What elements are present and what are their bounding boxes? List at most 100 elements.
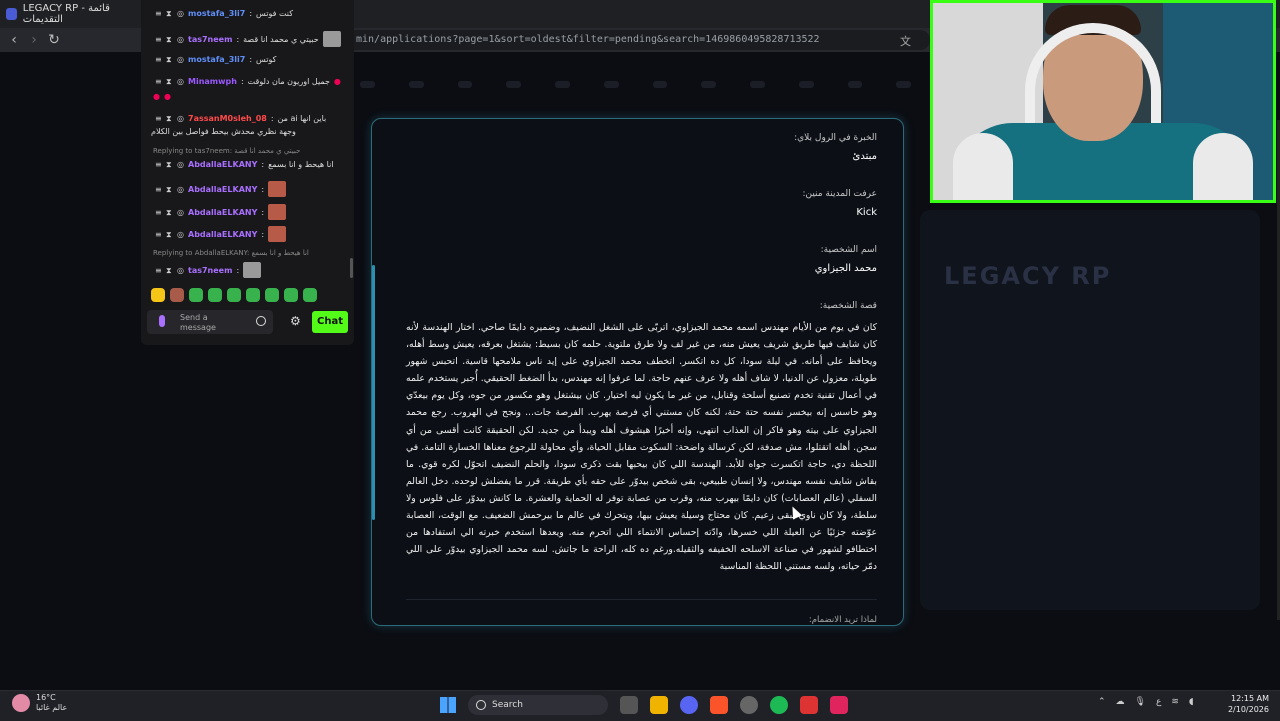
menu-icon[interactable]: ≡	[155, 266, 162, 274]
cat-emote-icon	[243, 262, 262, 278]
brave-icon[interactable]	[710, 696, 728, 714]
translate-icon[interactable]: 文	[900, 33, 911, 49]
chat-username[interactable]: mostafa_3li7	[188, 9, 245, 18]
menu-icon[interactable]: ≡	[155, 56, 162, 64]
language-indicator[interactable]: ع	[1156, 697, 1161, 707]
weather-text: 16°C عالم غائبا	[36, 693, 67, 713]
clock-time: 12:15 AM	[1231, 694, 1269, 703]
source-label: عرفت المدينة منين:	[802, 189, 877, 199]
menu-icon[interactable]: ≡	[155, 35, 162, 43]
join-reason-label: لماذا تريد الانضمام:	[808, 615, 877, 625]
chat-username[interactable]: tas7neem	[188, 35, 232, 44]
experience-label: الخبرة في الرول بلاي:	[794, 133, 877, 143]
gear-icon[interactable]: ⚙	[290, 314, 301, 328]
chat-scrollbar[interactable]	[350, 258, 353, 278]
taskbar-search-label: Search	[492, 700, 523, 710]
task-view-icon[interactable]	[620, 696, 638, 714]
emote-icon[interactable]	[284, 288, 298, 302]
emote-icon[interactable]	[151, 288, 165, 302]
github-icon[interactable]	[740, 696, 758, 714]
chat-username[interactable]: AbdallaELKANY	[188, 208, 257, 217]
chevron-up-icon[interactable]: ⌃	[1098, 697, 1106, 707]
mic-tray-icon[interactable]: 🎙	[1135, 697, 1146, 707]
chat-text: انا هيحط و انا بسمع	[268, 160, 334, 169]
file-explorer-icon[interactable]	[650, 696, 668, 714]
tab-title: LEGACY RP - قائمة التقديمات	[22, 3, 110, 25]
address-bar[interactable]: min/applications?page=1&sort=oldest&filt…	[340, 30, 930, 50]
windows-start-icon[interactable]	[440, 697, 456, 713]
chat-username[interactable]: 7assanM0sleh_08	[188, 114, 267, 123]
character-name-field: اسم الشخصية: محمد الجيزاوي	[815, 245, 877, 274]
network-icon[interactable]: ☁	[1116, 697, 1125, 707]
menu-icon[interactable]: ≡	[155, 161, 162, 169]
story-label: قصة الشخصية:	[819, 301, 877, 311]
hourglass-icon: ⧗	[166, 55, 172, 64]
chat-send-button[interactable]: Chat	[312, 311, 348, 333]
emote-icon[interactable]	[265, 288, 279, 302]
webcam-overlay	[930, 0, 1276, 203]
app-icon[interactable]	[800, 696, 818, 714]
emote-icon	[268, 226, 287, 242]
panel-scrollbar[interactable]	[372, 265, 375, 520]
chat-message: ≡ ⧗ ◎ 7assanM0sleh_08: من ai باين انها	[155, 114, 327, 123]
taskbar-clock[interactable]: 12:15 AM 2/10/2026	[1224, 693, 1269, 715]
shield-icon: ◎	[177, 114, 184, 123]
emote-icon[interactable]	[170, 288, 184, 302]
volume-icon[interactable]: ◖	[1189, 697, 1194, 707]
mic-icon[interactable]	[159, 315, 165, 327]
taskbar-search[interactable]: Search	[468, 695, 608, 715]
chat-message: ≡ ⧗ ◎ mostafa_3li7: كنت فوتس	[155, 9, 294, 18]
spotify-icon[interactable]	[770, 696, 788, 714]
menu-icon[interactable]: ≡	[155, 230, 162, 238]
source-value: Kick	[856, 207, 877, 218]
chat-message: ≡ ⧗ ◎ AbdallaELKANY:	[155, 226, 287, 242]
menu-icon[interactable]: ≡	[155, 78, 162, 86]
weather-temp: 16°C	[36, 693, 56, 702]
chat-username[interactable]: AbdallaELKANY	[188, 230, 257, 239]
emote-icon[interactable]	[189, 288, 203, 302]
menu-icon[interactable]: ≡	[155, 208, 162, 216]
character-name-value: محمد الجيزاوي	[814, 263, 877, 274]
chat-username[interactable]: AbdallaELKANY	[188, 160, 257, 169]
emote-icon[interactable]	[227, 288, 241, 302]
browser-tab[interactable]: LEGACY RP - قائمة التقديمات	[6, 3, 140, 25]
streamer-shoulder	[1193, 133, 1253, 200]
shield-icon: ◎	[177, 229, 184, 239]
clock-date: 2/10/2026	[1227, 705, 1269, 714]
back-icon[interactable]: ‹	[6, 32, 22, 48]
emote-icon[interactable]	[246, 288, 260, 302]
taskbar-apps: Search	[440, 695, 848, 715]
discord-icon[interactable]	[680, 696, 698, 714]
reload-icon[interactable]: ↻	[46, 32, 62, 48]
menu-icon[interactable]: ≡	[155, 185, 162, 193]
weather-icon	[12, 694, 30, 712]
menu-icon[interactable]: ≡	[155, 10, 162, 18]
app-icon[interactable]	[830, 696, 848, 714]
forward-icon[interactable]: ›	[26, 32, 42, 48]
weather-widget[interactable]: 16°C عالم غائبا	[12, 693, 67, 713]
emoji-icon: ●	[153, 92, 160, 101]
chat-username[interactable]: Minamwph	[188, 77, 237, 86]
hourglass-icon: ⧗	[166, 207, 172, 217]
hourglass-icon: ⧗	[166, 77, 172, 86]
chat-message: ≡ ⧗ ◎ tas7neem: حبيتي ي محمد انا قصة	[155, 31, 341, 47]
wifi-icon[interactable]: ≋	[1171, 697, 1179, 707]
chat-username[interactable]: mostafa_3li7	[188, 55, 245, 64]
chat-username[interactable]: tas7neem	[188, 266, 232, 275]
shield-icon: ◎	[177, 9, 184, 18]
emote-icon[interactable]	[303, 288, 317, 302]
chat-username[interactable]: AbdallaELKANY	[188, 185, 257, 194]
shield-icon: ◎	[177, 77, 184, 86]
shield-icon: ◎	[177, 160, 184, 169]
shield-icon: ◎	[177, 34, 184, 44]
emoji-picker-icon[interactable]	[256, 316, 266, 326]
streamer-shoulder	[953, 133, 1013, 200]
menu-icon[interactable]: ≡	[155, 115, 162, 123]
chat-message: ≡ ⧗ ◎ Minamwph: جميل اوريون مان دلوقت ●	[155, 77, 341, 86]
chat-text-continued: وجهة نظري محدش بيحط فواصل بين الكلام	[151, 127, 296, 136]
emote-picker-row	[151, 288, 317, 302]
emoji-row: ● ●	[153, 92, 171, 101]
application-details-panel: الخبرة في الرول بلاي: مبتدئ عرفت المدينة…	[371, 118, 904, 626]
emote-icon[interactable]	[208, 288, 222, 302]
emote-icon	[268, 181, 287, 197]
